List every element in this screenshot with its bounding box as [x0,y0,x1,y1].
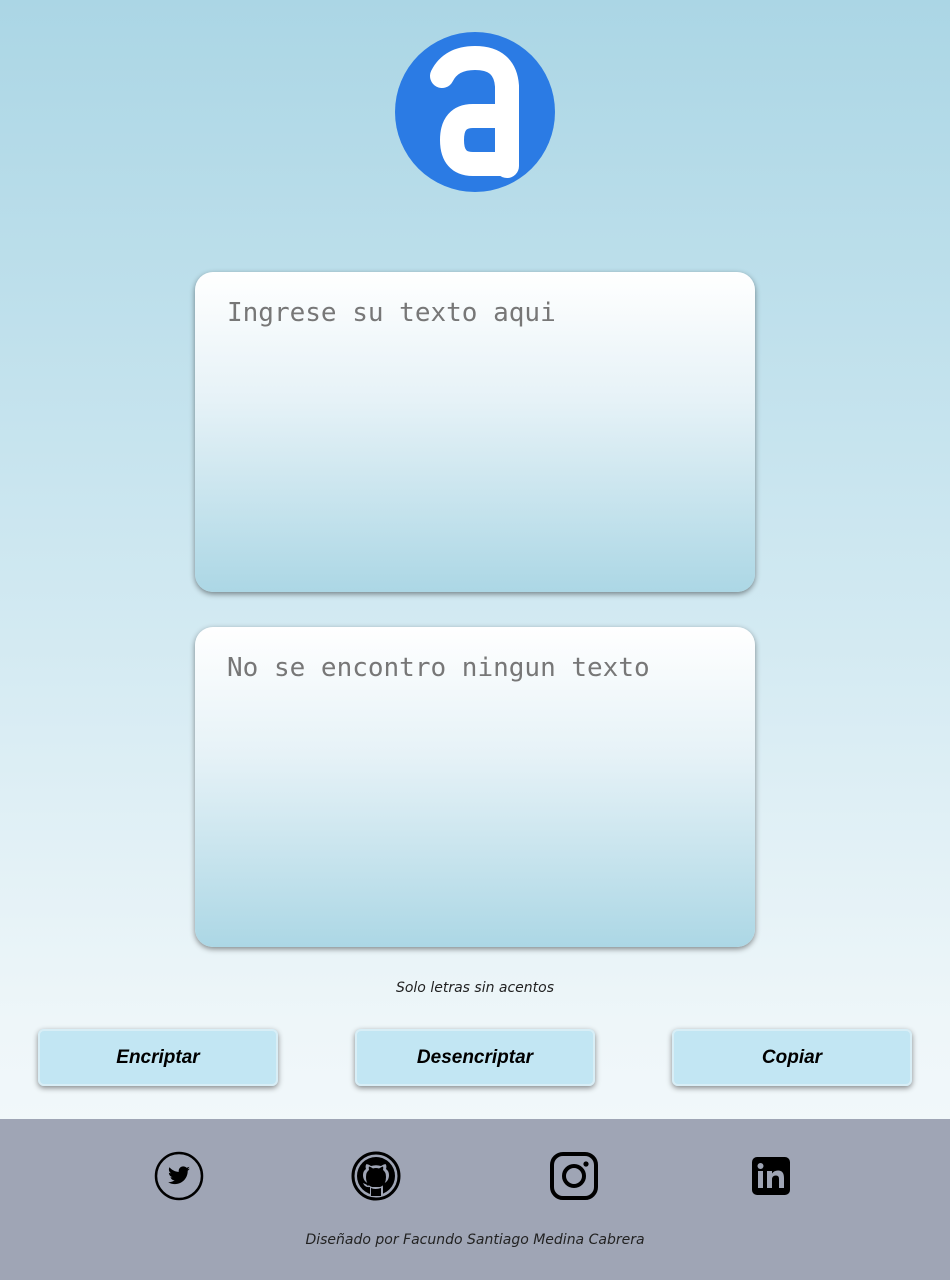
instagram-link[interactable] [549,1151,599,1201]
github-icon [351,1151,401,1201]
encrypt-button[interactable]: Encriptar [38,1029,278,1086]
linkedin-icon [752,1157,790,1195]
github-link[interactable] [351,1151,401,1201]
linkedin-link[interactable] [746,1151,796,1201]
instagram-icon [550,1152,598,1200]
twitter-icon [154,1151,204,1201]
decrypt-button[interactable]: Desencriptar [355,1029,595,1086]
copy-button[interactable]: Copiar [672,1029,912,1086]
hint-text: Solo letras sin acentos [395,980,555,996]
result-output[interactable]: No se encontro ningun texto [195,627,755,947]
text-input-placeholder: Ingrese su texto aqui [227,298,556,328]
footer-credit: Diseñado por Facundo Santiago Medina Cab… [305,1232,645,1248]
result-output-placeholder: No se encontro ningun texto [227,653,650,683]
twitter-link[interactable] [154,1151,204,1201]
letter-a-icon [430,46,519,178]
logo [395,32,555,192]
text-input[interactable]: Ingrese su texto aqui [195,272,755,592]
footer: Diseñado por Facundo Santiago Medina Cab… [0,1119,950,1280]
